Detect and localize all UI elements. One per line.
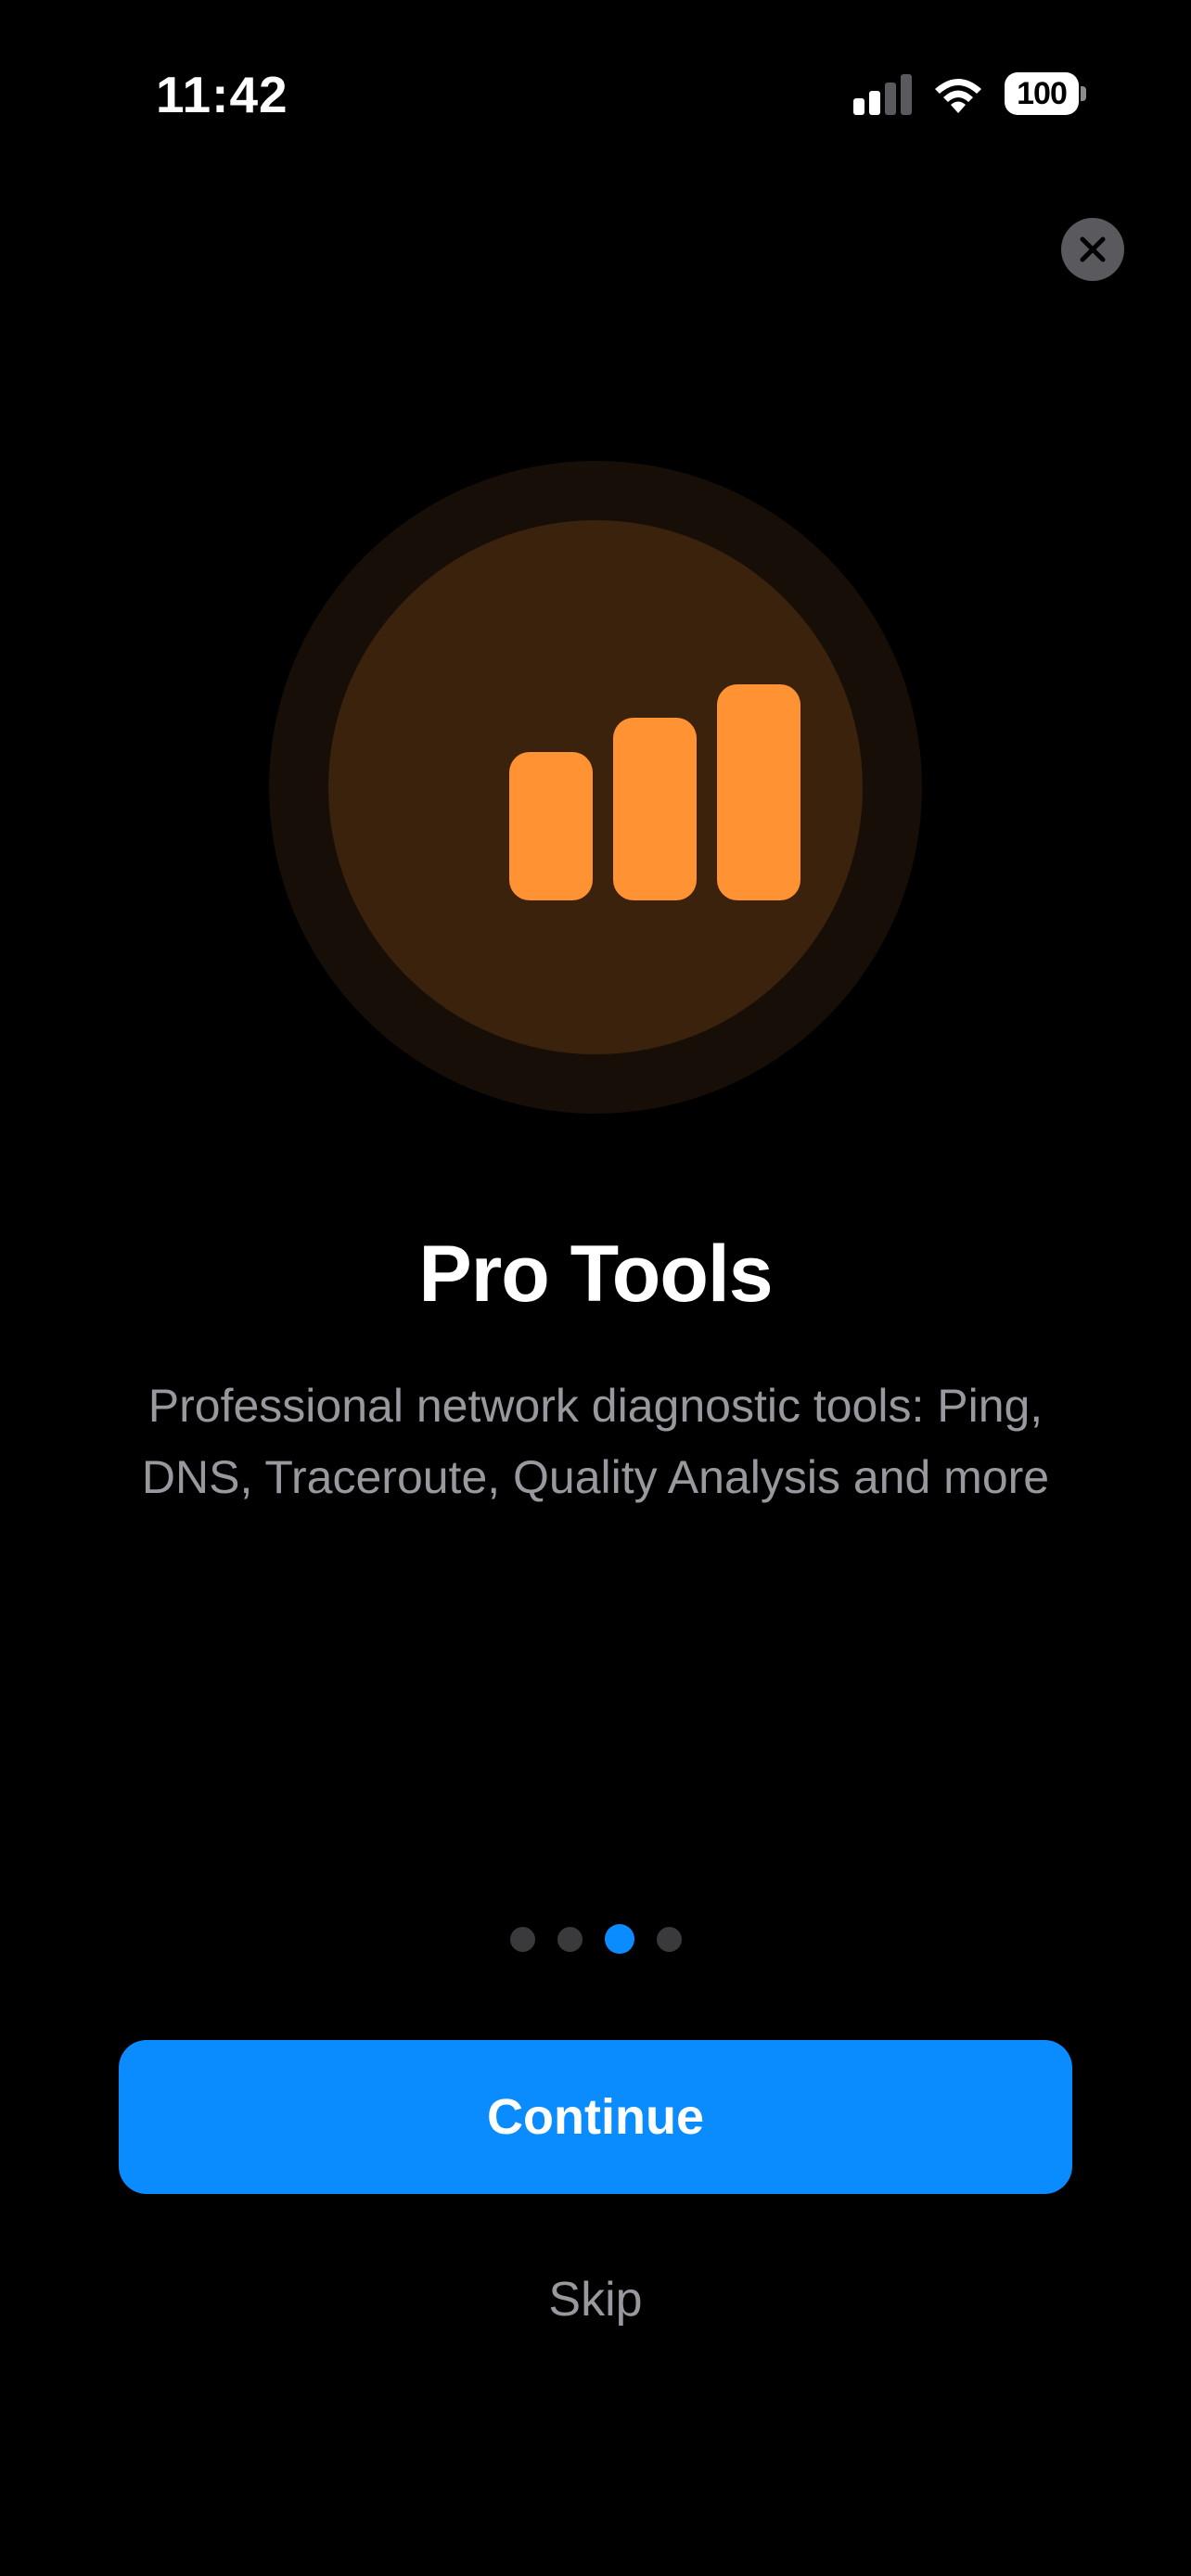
cellular-signal-icon <box>853 74 913 115</box>
page-dot[interactable] <box>509 1926 535 1952</box>
continue-button[interactable]: Continue <box>119 2040 1072 2194</box>
page-dot[interactable] <box>656 1926 682 1952</box>
page-dot[interactable] <box>557 1926 583 1952</box>
hero-icon-halo <box>269 461 922 1114</box>
close-button[interactable] <box>1061 218 1124 281</box>
signal-bar <box>885 83 896 115</box>
battery-level: 100 <box>1017 76 1068 111</box>
status-bar: 11:42 100 <box>0 0 1191 185</box>
page-description: Professional network diagnostic tools: P… <box>141 1380 1050 1503</box>
signal-bar <box>901 74 912 115</box>
signal-bar <box>869 91 880 115</box>
wifi-icon <box>930 72 986 115</box>
chart-bar <box>717 684 800 900</box>
battery-icon: 100 <box>1005 72 1088 115</box>
signal-bar <box>853 98 864 115</box>
close-icon <box>1080 236 1106 262</box>
page-dot-active[interactable] <box>604 1924 634 1954</box>
chart-bar <box>613 718 697 900</box>
battery-cap <box>1081 86 1086 101</box>
status-time: 11:42 <box>156 66 288 123</box>
chart-bars-icon <box>509 678 802 900</box>
page-indicator <box>0 1924 1191 1954</box>
page-title: Pro Tools <box>418 1230 773 1319</box>
hero-icon-circle <box>328 520 863 1054</box>
skip-button[interactable]: Skip <box>410 2263 781 2337</box>
chart-bar <box>509 752 593 900</box>
